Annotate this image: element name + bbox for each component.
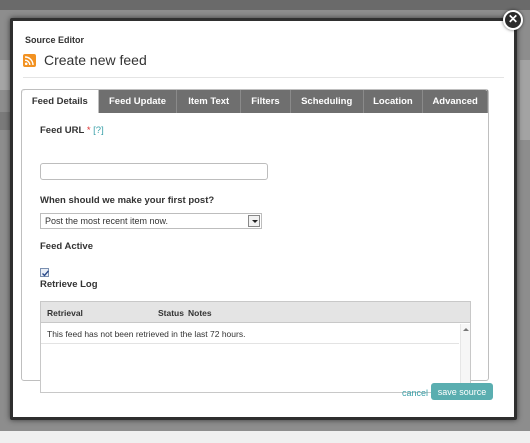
scroll-up-icon[interactable] [463,328,469,331]
column-retrieval: Retrieval [47,308,83,318]
source-editor-dialog: Source Editor Create new feed Feed Detai… [10,18,517,420]
tab-feed-details[interactable]: Feed Details [22,90,99,113]
feed-header: Create new feed [23,52,147,68]
log-scrollbar[interactable] [460,324,470,392]
retrieve-log-label: Retrieve Log [40,279,98,290]
backdrop-right-element [520,60,530,140]
header-divider [23,77,504,78]
help-link[interactable]: [?] [93,125,104,136]
backdrop-bottom-bar [0,431,530,443]
tab-bar: Feed Details Feed Update Item Text Filte… [22,90,488,113]
column-status: Status [158,308,184,318]
page-title: Create new feed [44,52,147,68]
table-row-text: This feed has not been retrieved in the … [47,329,246,339]
rss-icon [23,53,36,67]
close-icon[interactable]: ✕ [503,10,523,30]
save-source-button[interactable]: save source [431,383,493,400]
table-row: This feed has not been retrieved in the … [41,324,459,344]
backdrop-left-element [0,60,10,90]
feed-settings-panel: Feed Details Feed Update Item Text Filte… [21,89,489,393]
backdrop-left-element-2 [0,112,10,130]
editor-title: Source Editor [25,35,85,45]
tab-scheduling[interactable]: Scheduling [291,90,364,113]
retrieve-log-table: Retrieval Status Notes This feed has not… [40,301,471,393]
feed-details-content: Feed URL * [?] When should we make your … [22,113,488,393]
feed-url-label-text: Feed URL [40,125,85,136]
cancel-link[interactable]: cancel [402,388,428,398]
first-post-label: When should we make your first post? [40,195,215,206]
dialog-body: Source Editor Create new feed Feed Detai… [13,21,514,417]
tab-advanced[interactable]: Advanced [423,90,488,113]
tab-feed-update[interactable]: Feed Update [99,90,178,113]
chevron-down-icon[interactable] [248,215,260,227]
required-mark: * [86,125,91,136]
tab-filters[interactable]: Filters [241,90,291,113]
tab-location[interactable]: Location [364,90,424,113]
backdrop-top-bar [0,0,530,10]
first-post-select-value: Post the most recent item now. [45,216,169,226]
column-notes: Notes [188,308,212,318]
checkmark-icon [42,270,50,277]
feed-url-input[interactable] [40,163,268,180]
table-header: Retrieval Status Notes [41,302,470,323]
first-post-select[interactable]: Post the most recent item now. [40,213,262,229]
tab-item-text[interactable]: Item Text [177,90,242,113]
feed-url-label: Feed URL * [?] [40,125,104,136]
feed-active-checkbox[interactable] [40,268,50,277]
feed-active-label: Feed Active [40,241,93,252]
